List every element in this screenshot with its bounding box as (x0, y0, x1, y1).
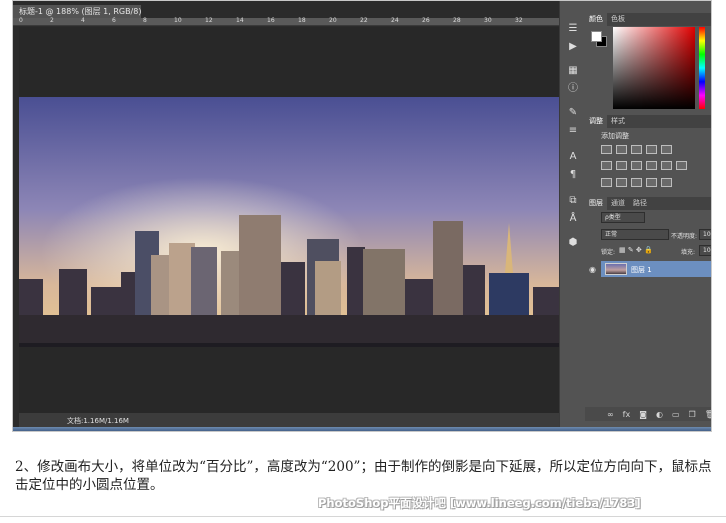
tab-adjustments[interactable]: 调整 (585, 115, 607, 128)
ruler-tick-label: 32 (515, 17, 523, 24)
selective-color-icon[interactable] (661, 178, 672, 187)
layer-comps-icon[interactable]: ≡ (566, 125, 580, 137)
add-adjustment-label: 添加调整 (601, 132, 629, 140)
ruler-tick-label: 28 (453, 17, 461, 24)
channel-mixer-icon[interactable] (661, 161, 672, 170)
black-white-icon[interactable] (631, 161, 642, 170)
trash-icon[interactable]: 🗑 (705, 410, 711, 419)
document-size-readout: 文档:1.16M/1.16M (67, 417, 129, 425)
fx-icon[interactable]: fx (623, 410, 631, 419)
city-skyline-photo (19, 97, 559, 347)
tool-presets-icon[interactable]: ✎ (566, 107, 580, 119)
layer-name[interactable]: 图层 1 (631, 265, 652, 275)
play-icon[interactable]: ▶ (566, 41, 580, 53)
divider (0, 516, 726, 517)
posterize-icon[interactable] (616, 178, 627, 187)
3d-cube-icon[interactable]: ⬢ (566, 237, 580, 249)
tab-paths[interactable]: 路径 (629, 197, 651, 210)
ruler-tick-label: 20 (329, 17, 337, 24)
adjustments-panel-tabs: 调整 样式 (585, 115, 711, 128)
tab-layers[interactable]: 图层 (585, 197, 607, 210)
adjustment-icons-row-2 (601, 161, 687, 170)
gradient-map-icon[interactable] (646, 178, 657, 187)
photo-filter-icon[interactable] (646, 161, 657, 170)
character-icon[interactable]: A (566, 151, 580, 163)
fill-label: 填充: (681, 249, 696, 256)
ruler-tick-label: 30 (484, 17, 492, 24)
ruler-tick-label: 26 (422, 17, 430, 24)
layer-thumbnail (605, 263, 627, 275)
foreground-color-swatch[interactable] (591, 31, 602, 42)
document-tab[interactable]: 标题-1 @ 188% (图层 1, RGB/8) * (13, 5, 141, 19)
ruler-tick-label: 0 (19, 17, 23, 24)
lock-label: 锁定: (601, 249, 616, 256)
tab-styles[interactable]: 样式 (607, 115, 629, 128)
blend-mode-select[interactable]: 正常 (601, 229, 669, 240)
layers-footer: ∞ fx ◙ ◐ ▭ ❐ 🗑 (585, 407, 711, 421)
brush-panel-icon[interactable]: ▦ (566, 65, 580, 77)
visibility-eye-icon[interactable]: ◉ (589, 265, 596, 274)
ruler-tick-label: 4 (81, 17, 85, 24)
ruler-tick-label: 24 (391, 17, 399, 24)
photoshop-window: 标题-1 @ 188% (图层 1, RGB/8) * 0 2 4 6 8 10 12 14 1… (12, 0, 712, 432)
layer-kind-filter[interactable]: ρ类型 (601, 212, 645, 223)
hue-saturation-icon[interactable] (601, 161, 612, 170)
threshold-icon[interactable] (631, 178, 642, 187)
vibrance-icon[interactable] (661, 145, 672, 154)
mask-icon[interactable]: ◙ (639, 410, 647, 419)
history-icon[interactable]: ☰ (566, 23, 580, 35)
adjustment-icons-row-1 (601, 145, 672, 154)
right-panels: 颜色 色板 调整 样式 添加调整 图层 通道 路径 ρ类型 正常 不透明度: 1… (585, 1, 711, 431)
brightness-icon[interactable] (601, 145, 612, 154)
color-picker-field[interactable] (613, 27, 695, 109)
ruler-tick-label: 16 (267, 17, 275, 24)
exposure-icon[interactable] (646, 145, 657, 154)
invert-icon[interactable] (601, 178, 612, 187)
layers-panel-tabs: 图层 通道 路径 (585, 197, 711, 210)
fill-input[interactable]: 100 (699, 245, 711, 256)
opacity-input[interactable]: 100 (699, 229, 711, 240)
color-panel-tabs: 颜色 色板 (585, 13, 711, 26)
horizontal-ruler: 0 2 4 6 8 10 12 14 16 18 20 22 24 26 28 30 32 (13, 18, 559, 26)
hue-slider[interactable] (699, 27, 705, 109)
ruler-tick-label: 14 (236, 17, 244, 24)
ruler-tick-label: 2 (50, 17, 54, 24)
folder-icon[interactable]: ▭ (672, 410, 680, 419)
paragraph-icon[interactable]: ¶ (566, 169, 580, 181)
opacity-label: 不透明度: (671, 233, 698, 240)
ruler-tick-label: 6 (112, 17, 116, 24)
levels-icon[interactable] (616, 145, 627, 154)
clone-source-icon[interactable]: ⧉ (566, 195, 580, 207)
styles-icon[interactable]: Å (566, 213, 580, 225)
color-balance-icon[interactable] (616, 161, 627, 170)
curves-icon[interactable] (631, 145, 642, 154)
ruler-tick-label: 12 (205, 17, 213, 24)
ruler-tick-label: 18 (298, 17, 306, 24)
instruction-text: 2、修改画布大小，将单位改为“百分比”，高度改为“200”；由于制作的倒影是向下… (15, 459, 712, 493)
canvas-area[interactable] (19, 27, 559, 413)
panel-icon-strip: ☰ ▶ ▦ ⓘ ✎ ≡ A ¶ ⧉ Å ⬢ (559, 1, 585, 431)
taskbar-strip (13, 427, 711, 431)
tab-swatches[interactable]: 色板 (607, 13, 629, 26)
adjustment-layer-icon[interactable]: ◐ (656, 410, 663, 419)
tab-channels[interactable]: 通道 (607, 197, 629, 210)
lock-icons[interactable]: ▦ ✎ ✥ 🔒 (619, 246, 653, 254)
new-layer-icon[interactable]: ❐ (689, 410, 696, 419)
watermark: PhotoShop平面设计吧 [www.lineeg.com/tieba/178… (318, 496, 641, 510)
tab-color[interactable]: 颜色 (585, 13, 607, 26)
ruler-tick-label: 22 (360, 17, 368, 24)
color-lookup-icon[interactable] (676, 161, 687, 170)
adjustment-icons-row-3 (601, 178, 672, 187)
info-icon[interactable]: ⓘ (566, 83, 580, 95)
ruler-tick-label: 8 (143, 17, 147, 24)
ruler-tick-label: 10 (174, 17, 182, 24)
link-icon[interactable]: ∞ (607, 410, 614, 419)
